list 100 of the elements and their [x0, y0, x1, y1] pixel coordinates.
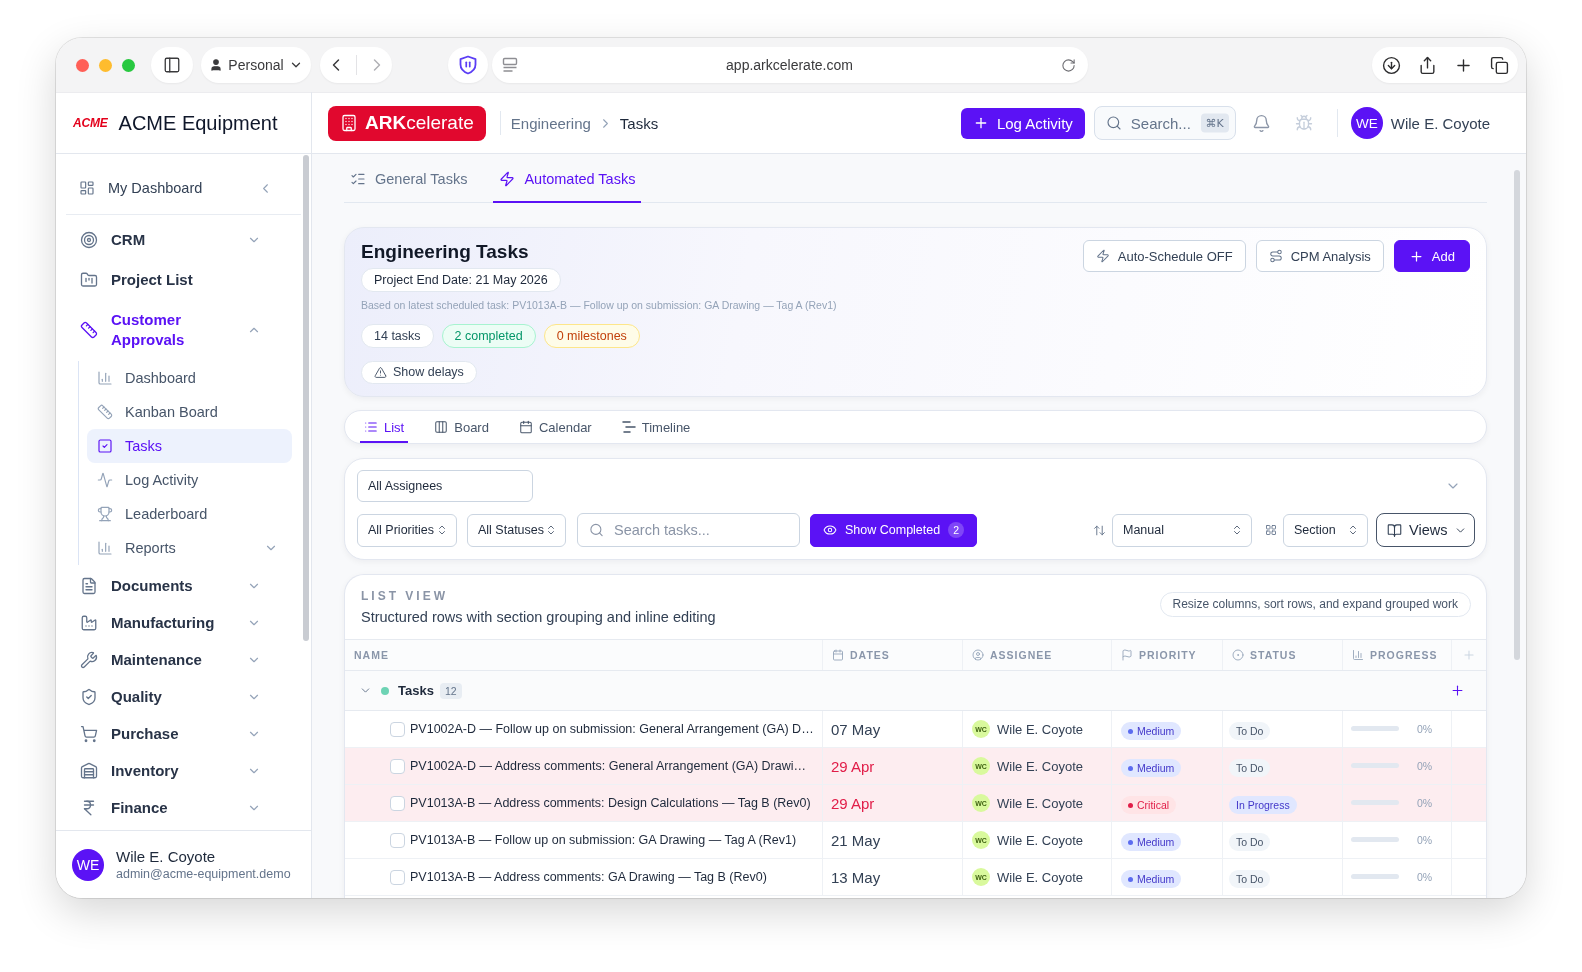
view-tab[interactable]: Calendar — [514, 411, 596, 443]
page-tab[interactable]: General Tasks — [344, 154, 474, 203]
group-select[interactable]: Section — [1283, 513, 1368, 547]
download-icon[interactable] — [1381, 55, 1401, 75]
nav-subitem[interactable]: Dashboard — [87, 361, 292, 395]
nav-item[interactable]: Purchase — [68, 715, 299, 752]
nav-subitem[interactable]: Leaderboard — [87, 497, 292, 531]
scrollbar-thumb[interactable] — [303, 155, 309, 641]
search-field[interactable]: Search tasks... — [577, 513, 800, 547]
nav-item[interactable]: Inventory — [68, 752, 299, 789]
sort-select[interactable]: Manual — [1112, 513, 1252, 547]
user-avatar[interactable]: WE — [72, 848, 104, 881]
user-avatar[interactable]: WE — [1350, 107, 1383, 139]
progress-value: 0% — [1417, 723, 1433, 735]
nav-item[interactable]: My Dashboard — [79, 180, 203, 196]
priority-tag[interactable]: Critical — [1121, 796, 1177, 814]
view-tab[interactable]: List — [360, 411, 409, 443]
warehouse-icon — [80, 761, 98, 780]
nav-item[interactable]: Finance — [68, 789, 299, 826]
plus-icon — [1408, 248, 1424, 264]
nav-item[interactable]: CRM — [68, 220, 299, 260]
user-email: admin@acme-equipment.demo — [116, 867, 291, 881]
overlapping-squares-icon[interactable] — [1489, 55, 1509, 75]
checkbox[interactable] — [390, 721, 405, 737]
status-select[interactable]: All Statuses — [467, 513, 566, 547]
task-name[interactable]: PV1013A-B — Address comments: Design Calculations — Tag B (Rev0) — [410, 796, 811, 810]
profile-button[interactable]: Personal — [201, 47, 311, 83]
nav-item[interactable]: Quality — [68, 678, 299, 715]
show-completed-button[interactable]: Show Completed 2 — [810, 513, 978, 547]
checkbox[interactable] — [390, 869, 405, 885]
reader-icon[interactable] — [502, 57, 518, 73]
task-name[interactable]: PV1013A-B — Follow up on submission: GA Drawing — Tag A (Rev1) — [410, 833, 797, 847]
nav-subitem[interactable]: Log Activity — [87, 463, 292, 497]
due-date: 13 May — [831, 868, 881, 886]
task-name[interactable]: PV1002A-D — Follow up on submission: General Arrangement (GA) D… — [410, 722, 814, 736]
progress-value: 0% — [1417, 760, 1433, 772]
task-name[interactable]: PV1002A-D — Address comments: General Arrangement (GA) Drawi… — [410, 759, 806, 773]
checkbox[interactable] — [390, 832, 405, 848]
action-button[interactable]: Add — [1393, 240, 1470, 272]
page-tab[interactable]: Automated Tasks — [493, 154, 642, 203]
views-button[interactable]: Views — [1376, 513, 1475, 547]
priority-tag[interactable]: Medium — [1121, 870, 1182, 888]
company-name: ACME Equipment — [118, 111, 278, 135]
log-activity-button[interactable]: Log Activity — [960, 107, 1085, 139]
bell-icon[interactable] — [1251, 113, 1271, 133]
nav-subitem[interactable]: Reports — [87, 531, 292, 565]
due-date: 21 May — [831, 831, 881, 849]
status-tag[interactable]: To Do — [1229, 759, 1271, 777]
priority-select[interactable]: All Priorities — [357, 513, 457, 547]
action-button[interactable]: Auto-Schedule OFF — [1082, 240, 1246, 272]
nav-subitem[interactable]: Tasks — [87, 429, 292, 463]
progress-value: 0% — [1417, 871, 1433, 883]
brand-button[interactable]: ARKcelerate — [328, 105, 486, 141]
circle-dot-icon — [1232, 649, 1244, 661]
nav-subitem[interactable]: Kanban Board — [87, 395, 292, 429]
calendar-icon — [832, 649, 844, 661]
view-tab[interactable]: Timeline — [617, 411, 695, 443]
sidebar-icon — [163, 56, 181, 74]
zoom-button[interactable] — [122, 58, 135, 72]
show-delays-button[interactable]: Show delays — [361, 360, 477, 384]
priority-tag[interactable]: Medium — [1121, 759, 1182, 777]
grid-icon — [1265, 524, 1277, 536]
dot-icon — [1128, 765, 1133, 771]
url-text: app.arkcelerate.com — [725, 57, 854, 73]
person-icon — [972, 649, 984, 661]
action-button[interactable]: CPM Analysis — [1255, 240, 1384, 272]
wrench-icon — [80, 650, 98, 669]
status-tag[interactable]: To Do — [1229, 722, 1271, 740]
target-icon — [80, 231, 98, 249]
extension-button[interactable] — [448, 47, 488, 83]
hint-tag: Resize columns, sort rows, and expand grouped work — [1159, 591, 1471, 617]
nav-item[interactable]: Documents — [68, 567, 299, 604]
nav-item[interactable]: Project List — [68, 260, 299, 300]
plus-icon[interactable] — [1450, 683, 1465, 698]
status-tag[interactable]: To Do — [1229, 870, 1271, 888]
breadcrumb-item[interactable]: Engineering — [510, 114, 591, 132]
cart-icon — [80, 724, 98, 743]
nav-item[interactable]: Customer Approvals — [68, 300, 299, 360]
bug-icon[interactable] — [1294, 114, 1313, 132]
checkbox[interactable] — [390, 795, 405, 811]
scrollbar-thumb[interactable] — [1514, 170, 1520, 660]
due-date: 29 Apr — [831, 794, 875, 812]
address-bar[interactable]: app.arkcelerate.com — [492, 47, 1088, 83]
status-tag[interactable]: To Do — [1229, 833, 1271, 851]
status-tag[interactable]: In Progress — [1229, 796, 1297, 814]
nav-item[interactable]: Manufacturing — [68, 604, 299, 641]
view-tab[interactable]: Board — [430, 411, 493, 443]
nav-item[interactable]: Maintenance — [68, 641, 299, 678]
priority-label: Medium — [1137, 725, 1175, 737]
minimize-button[interactable] — [99, 58, 112, 72]
reload-icon[interactable] — [1061, 57, 1076, 73]
close-button[interactable] — [76, 58, 89, 72]
shield-icon — [458, 55, 478, 75]
assignee-select[interactable]: All Assignees — [357, 470, 533, 502]
share-icon[interactable] — [1417, 55, 1437, 75]
checkbox[interactable] — [390, 758, 405, 774]
task-name[interactable]: PV1013A-B — Address comments: GA Drawing — Tag B (Rev0) — [410, 870, 767, 884]
sidebar-toggle-button[interactable] — [151, 47, 193, 83]
priority-tag[interactable]: Medium — [1121, 722, 1182, 740]
priority-tag[interactable]: Medium — [1121, 833, 1182, 851]
